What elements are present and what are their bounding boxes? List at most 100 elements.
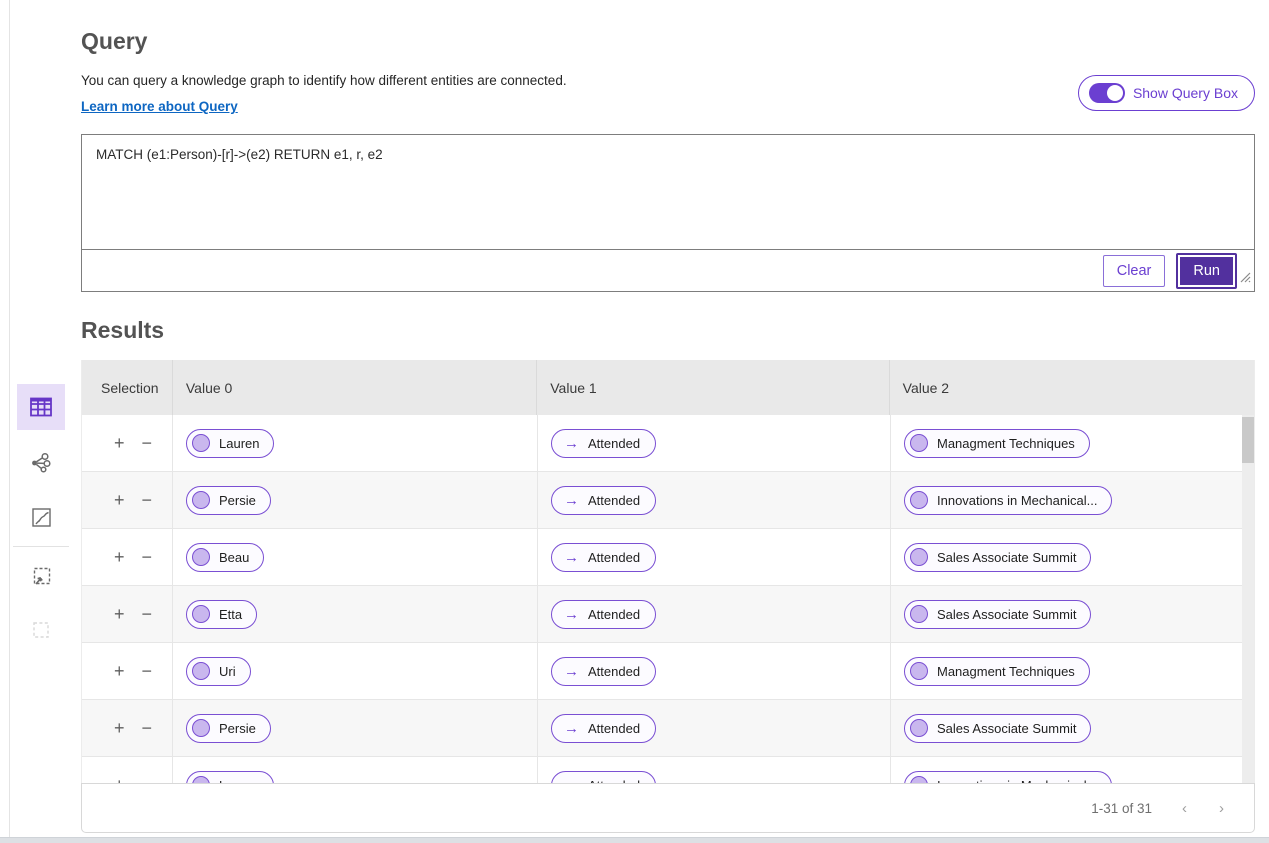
run-button[interactable]: Run <box>1176 252 1237 289</box>
chevron-left-icon: ‹ <box>1182 799 1187 817</box>
relation-arrow-icon: → <box>564 662 579 680</box>
expand-selection-button[interactable]: + <box>112 603 127 625</box>
entity-node-icon <box>910 719 928 737</box>
entity-chip-value0[interactable]: Persie <box>186 485 271 515</box>
network-graph-icon <box>29 451 53 475</box>
relation-chip[interactable]: →Attended <box>551 770 657 783</box>
selection-cell: +− <box>82 472 173 528</box>
entity-chip-value2[interactable]: Managment Techniques <box>904 428 1090 458</box>
entity-label: Sales Associate Summit <box>937 720 1077 736</box>
entity-label: Managment Techniques <box>937 663 1075 679</box>
entity-chip-value2[interactable]: Innovations in Mechanical... <box>904 485 1113 515</box>
results-title: Results <box>81 317 165 343</box>
main-content: Query You can query a knowledge graph to… <box>81 0 1255 843</box>
collapse-selection-button[interactable]: − <box>140 603 155 625</box>
expand-selection-button[interactable]: + <box>112 660 127 682</box>
zoom-selection-button[interactable] <box>17 553 65 599</box>
toggle-switch-icon[interactable] <box>1088 83 1125 103</box>
expand-selection-button[interactable]: + <box>112 774 127 783</box>
table-header-row: Selection Value 0 Value 1 Value 2 <box>82 360 1254 415</box>
page-title: Query <box>81 28 148 54</box>
entity-label: Managment Techniques <box>937 435 1075 451</box>
column-header-value0: Value 0 <box>173 360 538 415</box>
value0-cell: Lauren <box>173 757 538 783</box>
value0-cell: Uri <box>173 643 538 699</box>
relation-arrow-icon: → <box>564 719 579 737</box>
entity-chip-value0[interactable]: Lauren <box>186 770 275 783</box>
value2-cell: Managment Techniques <box>891 415 1244 471</box>
selection-box-button[interactable] <box>17 607 65 653</box>
relation-arrow-icon: → <box>564 605 579 623</box>
show-query-box-toggle[interactable]: Show Query Box <box>1077 75 1255 111</box>
entity-label: Etta <box>219 606 243 622</box>
entity-node-icon <box>910 776 928 783</box>
entity-chip-value0[interactable]: Etta <box>186 599 258 629</box>
scrollbar-thumb[interactable] <box>1242 417 1254 463</box>
relation-label: Attended <box>588 549 641 565</box>
value2-cell: Sales Associate Summit <box>891 586 1244 642</box>
zoom-selection-icon <box>30 565 53 588</box>
collapse-selection-button[interactable]: − <box>140 774 155 783</box>
selection-cell: +− <box>82 757 173 783</box>
relation-chip[interactable]: →Attended <box>551 656 657 686</box>
relation-chip[interactable]: →Attended <box>551 713 657 743</box>
entity-chip-value2[interactable]: Innovations in Mechanical... <box>904 770 1113 783</box>
toggle-label: Show Query Box <box>1132 85 1238 101</box>
collapse-selection-button[interactable]: − <box>140 660 155 682</box>
entity-chip-value0[interactable]: Persie <box>186 713 271 743</box>
value1-cell: → Attended <box>538 529 891 585</box>
entity-label: Uri <box>219 663 236 679</box>
table-body: + − Lauren → Attended Managment Techniques + − P… <box>82 415 1254 783</box>
entity-chip-value2[interactable]: Sales Associate Summit <box>904 599 1092 629</box>
collapse-selection-button[interactable]: − <box>140 489 155 511</box>
expand-selection-button[interactable]: + <box>112 432 127 454</box>
query-input[interactable]: MATCH (e1:Person)-[r]->(e2) RETURN e1, r… <box>82 135 1254 250</box>
relation-arrow-icon: → <box>564 491 579 509</box>
table-row: +−Lauren→AttendedInnovations in Mechanic… <box>82 757 1254 783</box>
entity-label: Persie <box>219 720 256 736</box>
value0-cell: Beau <box>173 529 538 585</box>
resize-grip-icon[interactable] <box>1239 270 1251 288</box>
value0-cell: Lauren <box>173 415 538 471</box>
map-view-button[interactable] <box>17 494 65 540</box>
query-actions-bar: Clear Run <box>82 250 1254 291</box>
expand-selection-button[interactable]: + <box>112 546 127 568</box>
entity-label: Sales Associate Summit <box>937 606 1077 622</box>
previous-page-button[interactable]: ‹ <box>1174 796 1195 821</box>
selection-box-icon <box>30 619 52 641</box>
relation-chip[interactable]: → Attended <box>551 599 657 629</box>
relation-chip[interactable]: →Attended <box>551 485 657 515</box>
clear-button[interactable]: Clear <box>1102 254 1166 287</box>
value1-cell: → Attended <box>538 472 891 528</box>
next-page-button[interactable]: › <box>1211 796 1232 821</box>
collapse-selection-button[interactable]: − <box>140 717 155 739</box>
value2-cell: Innovations in Mechanical... <box>891 472 1244 528</box>
entity-chip-value0[interactable]: Uri <box>186 656 251 686</box>
network-view-button[interactable] <box>17 440 65 486</box>
entity-node-icon <box>192 491 210 509</box>
entity-chip-value0[interactable]: Beau <box>186 542 265 572</box>
relation-label: Attended <box>588 606 641 622</box>
value0-cell: Persie <box>173 472 538 528</box>
relation-chip[interactable]: →Attended <box>551 542 657 572</box>
entity-chip-value2[interactable]: Sales Associate Summit <box>904 542 1092 572</box>
entity-node-icon <box>910 491 928 509</box>
table-icon <box>28 394 54 420</box>
entity-chip-value2[interactable]: Sales Associate Summit <box>904 713 1092 743</box>
selection-cell: +− <box>82 415 173 471</box>
table-view-button[interactable] <box>17 384 65 430</box>
relation-label: Attended <box>588 435 641 451</box>
entity-chip-value2[interactable]: Managment Techniques <box>904 656 1090 686</box>
table-row: + − Persie → Attended Sales Associate Summit <box>82 700 1254 757</box>
panel-edge-divider <box>9 0 10 837</box>
entity-node-icon <box>910 605 928 623</box>
expand-selection-button[interactable]: + <box>112 717 127 739</box>
window-bottom-edge <box>0 837 1269 843</box>
collapse-selection-button[interactable]: − <box>140 432 155 454</box>
learn-more-link[interactable]: Learn more about Query <box>81 99 238 114</box>
relation-chip[interactable]: →Attended <box>551 428 657 458</box>
collapse-selection-button[interactable]: − <box>140 546 155 568</box>
expand-selection-button[interactable]: + <box>112 489 127 511</box>
entity-chip-value0[interactable]: Lauren <box>186 428 275 458</box>
table-scrollbar[interactable] <box>1242 415 1254 783</box>
